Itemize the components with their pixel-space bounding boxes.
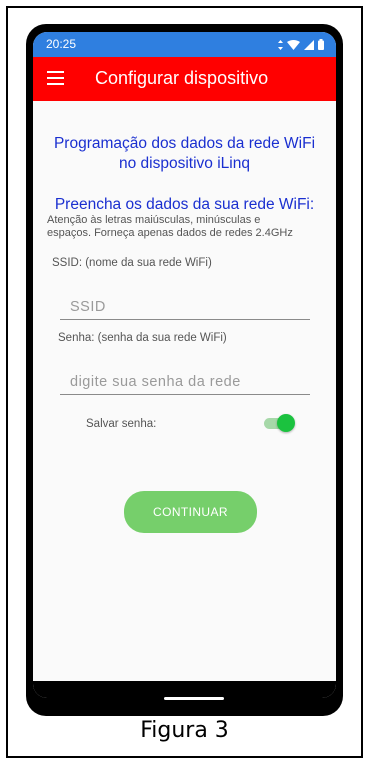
heading-line-2: no dispositivo iLinq [119,155,250,172]
status-icons [278,37,324,55]
navigation-bar [33,681,336,698]
signal-icon [278,37,283,55]
home-gesture-handle[interactable] [164,697,224,700]
ssid-input[interactable] [60,299,310,320]
ssid-label: SSID: (nome da sua rede WiFi) [52,257,212,269]
password-input[interactable] [60,374,310,395]
figure-caption: Figura 3 [140,718,229,743]
heading-line-1: Programação dos dados da rede WiFi [53,135,316,152]
save-password-label: Salvar senha: [86,418,157,430]
menu-icon[interactable] [47,71,64,85]
page-heading: Programação dos dados da rede WiFi no di… [43,134,326,174]
continue-button[interactable]: CONTINUAR [124,491,257,533]
status-bar: 20:25 [33,32,336,57]
save-password-toggle[interactable] [264,414,295,432]
wifi-icon [287,37,300,55]
app-bar: Configurar dispositivo [33,57,336,101]
password-label: Senha: (senha da sua rede WiFi) [58,332,227,344]
form-subheading: Preencha os dados da sua rede WiFi: [54,196,315,213]
notice-line-2: espaços. Forneça apenas dados de redes 2… [47,227,293,239]
battery-icon [318,37,324,55]
phone-device: 20:25 Configurar dispositivo Programação… [26,24,343,716]
status-time: 20:25 [46,37,77,51]
notice-text: Atenção às letras maiúsculas, minúsculas… [47,214,330,240]
screen: 20:25 Configurar dispositivo Programação… [33,32,336,698]
notice-line-1: Atenção às letras maiúsculas, minúsculas… [47,214,261,226]
app-title: Configurar dispositivo [95,68,269,88]
toggle-thumb [277,414,295,432]
cellular-icon [304,37,314,55]
